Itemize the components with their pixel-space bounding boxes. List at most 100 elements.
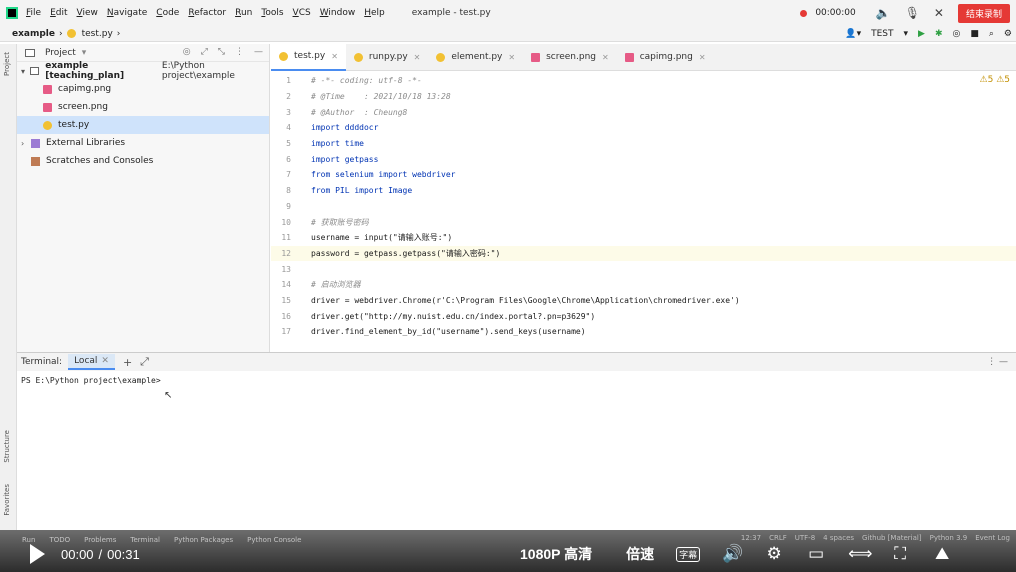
close-icon[interactable]: ✕	[414, 53, 421, 62]
menu-help[interactable]: Help	[364, 8, 385, 18]
tree-item-test[interactable]: test.py	[17, 116, 269, 134]
navigation-bar: example › test.py › 👤▾ TEST ▾ ▶ ✱ ◎ ■ ⌕ …	[0, 26, 1016, 42]
quality-button[interactable]: 1080P 高清	[520, 544, 592, 564]
danmaku-icon[interactable]: ⛰	[932, 544, 952, 564]
expand-icon[interactable]: ⤢	[201, 47, 208, 57]
recorder-controls: 00:00:00 🔈 🎙 ✕ 结束录制	[800, 0, 1016, 26]
close-icon[interactable]: ✕	[508, 53, 515, 62]
code-line[interactable]: 9	[271, 199, 1016, 215]
picture-in-picture-icon[interactable]: ▭	[806, 544, 826, 564]
menu-edit[interactable]: Edit	[50, 8, 67, 18]
tree-item-capimg[interactable]: capimg.png	[17, 80, 269, 98]
close-icon[interactable]: ✕	[331, 52, 338, 61]
tab-runpy-py[interactable]: runpy.py ✕	[346, 44, 428, 71]
menu-code[interactable]: Code	[156, 8, 179, 18]
settings-icon[interactable]: ⚙	[764, 544, 784, 564]
play-button[interactable]	[30, 544, 45, 564]
tab-test-py[interactable]: test.py ✕	[271, 43, 346, 71]
hide-icon[interactable]: —	[254, 47, 263, 57]
code-line[interactable]: 6 import getpass	[271, 151, 1016, 167]
code-line[interactable]: 2 # @Time : 2021/10/18 13:28	[271, 89, 1016, 105]
breadcrumb-project[interactable]: example	[12, 29, 55, 39]
chevron-right-icon: ›	[59, 28, 63, 39]
status-event-log[interactable]: Event Log	[975, 534, 1010, 542]
chevron-down-icon[interactable]: ▾	[82, 48, 87, 58]
tree-item-external-libraries[interactable]: › External Libraries	[17, 134, 269, 152]
add-icon[interactable]: +	[123, 356, 132, 369]
video-progress-bar[interactable]	[18, 521, 996, 524]
structure-tool-button[interactable]: Structure	[3, 430, 11, 463]
close-icon[interactable]: ✕	[699, 53, 706, 62]
menu-refactor[interactable]: Refactor	[188, 8, 226, 18]
code-line[interactable]: 5 import time	[271, 136, 1016, 152]
tree-item-scratches[interactable]: Scratches and Consoles	[17, 152, 269, 170]
code-line[interactable]: 10 # 获取账号密码	[271, 214, 1016, 230]
locate-icon[interactable]: ◎	[183, 47, 191, 57]
tool-python-console[interactable]: Python Console	[247, 536, 301, 544]
menu-file[interactable]: File	[26, 8, 41, 18]
code-line[interactable]: 3 # @Author : Cheung8	[271, 104, 1016, 120]
code-line[interactable]: 16 driver.get("http://my.nuist.edu.cn/ind…	[271, 308, 1016, 324]
tab-capimg-png[interactable]: capimg.png ✕	[617, 44, 714, 71]
menu-run[interactable]: Run	[235, 8, 252, 18]
chevron-right-icon[interactable]: ›	[21, 139, 31, 148]
speed-button[interactable]: 倍速	[626, 544, 654, 564]
code-text: password = getpass.getpass("请输入密码:")	[311, 248, 501, 258]
code-line[interactable]: 1 # -*- coding: utf-8 -*-	[271, 73, 1016, 89]
menu-tools[interactable]: Tools	[261, 8, 283, 18]
tab-screen-png[interactable]: screen.png ✕	[523, 44, 617, 71]
stop-recording-button[interactable]: 结束录制	[957, 3, 1010, 23]
menu-view[interactable]: View	[77, 8, 98, 18]
code-line[interactable]: 15 driver = webdriver.Chrome(r'C:\Program…	[271, 293, 1016, 309]
chevron-down-icon[interactable]: ▾	[21, 67, 30, 76]
search-icon[interactable]: ⌕	[989, 29, 994, 39]
tree-root[interactable]: ▾ example [teaching_plan] E:\Python proj…	[17, 61, 269, 81]
menu-window[interactable]: Window	[320, 8, 356, 18]
chevron-down-icon[interactable]: ▾	[904, 29, 909, 39]
code-editor[interactable]: ⚠5 ⚠5 1 # -*- coding: utf-8 -*- 2 # @Time …	[271, 71, 1016, 352]
favorites-tool-button[interactable]: Favorites	[3, 484, 11, 516]
line-number: 16	[281, 311, 291, 321]
tree-item-label: test.py	[58, 120, 90, 130]
microphone-icon[interactable]: 🎙	[905, 6, 920, 20]
code-line[interactable]: 8 from PIL import Image	[271, 183, 1016, 199]
settings-icon[interactable]: ⚙	[1004, 29, 1012, 39]
run-config-select[interactable]: TEST	[871, 29, 893, 39]
project-view-select[interactable]: Project	[45, 48, 76, 58]
code-text: import getpass	[311, 154, 379, 164]
volume-icon[interactable]: 🔊	[722, 544, 743, 564]
options-icon[interactable]: ⋮	[235, 47, 244, 57]
code-line[interactable]: 17 driver.find_element_by_id("username").…	[271, 324, 1016, 340]
options-icon[interactable]: ⋮ —	[987, 357, 1008, 367]
tool-python-packages[interactable]: Python Packages	[174, 536, 233, 544]
code-line[interactable]: 13	[271, 261, 1016, 277]
run-icon[interactable]: ▶	[918, 29, 925, 39]
collapse-icon[interactable]: ⤡	[218, 47, 225, 57]
subtitle-button[interactable]: 字幕	[676, 546, 701, 562]
code-line[interactable]: 14 # 启动浏览器	[271, 277, 1016, 293]
menu-navigate[interactable]: Navigate	[107, 8, 147, 18]
debug-icon[interactable]: ✱	[935, 29, 943, 39]
menu-vcs[interactable]: VCS	[293, 8, 311, 18]
coverage-icon[interactable]: ◎	[953, 29, 961, 39]
tab-element-py[interactable]: element.py ✕	[428, 44, 523, 71]
terminal-output[interactable]: PS E:\Python project\example>	[17, 371, 1016, 390]
project-tool-button[interactable]: Project	[3, 52, 11, 76]
tree-item-screen[interactable]: screen.png	[17, 98, 269, 116]
stop-icon[interactable]: ■	[970, 29, 979, 39]
widescreen-icon[interactable]: ⟺	[848, 544, 872, 564]
code-line-current[interactable]: 12 password = getpass.getpass("请输入密码:")	[271, 245, 1016, 262]
close-icon[interactable]: ✕	[101, 356, 109, 366]
tree-item-label: Scratches and Consoles	[46, 156, 154, 166]
code-line[interactable]: 4 import ddddocr	[271, 120, 1016, 136]
close-icon[interactable]: ✕	[602, 53, 609, 62]
breadcrumb-file[interactable]: test.py	[82, 29, 113, 39]
user-icon[interactable]: 👤▾	[845, 29, 861, 39]
speaker-icon[interactable]: 🔈	[876, 6, 891, 20]
expand-icon[interactable]: ⤢	[140, 355, 149, 369]
tab-local[interactable]: Local ✕	[68, 354, 115, 370]
close-icon[interactable]: ✕	[934, 6, 944, 20]
fullscreen-icon[interactable]: ⛶	[890, 544, 910, 564]
code-line[interactable]: 7 from selenium import webdriver	[271, 167, 1016, 183]
code-line[interactable]: 11 username = input("请输入账号:")	[271, 230, 1016, 246]
